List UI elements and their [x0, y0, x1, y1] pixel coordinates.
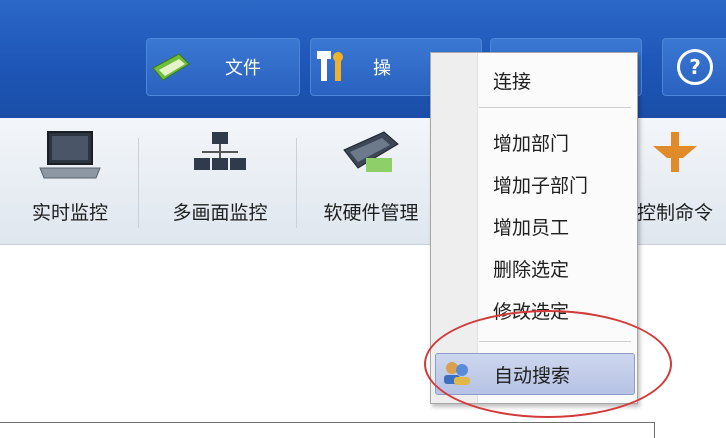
- toolbar-label: 实时监控: [31, 202, 108, 224]
- network-icon: [188, 128, 252, 186]
- laptop-icon: [38, 128, 102, 186]
- menu-item-delete-selected[interactable]: 删除选定: [493, 255, 569, 282]
- operations-menu-label: 操: [373, 58, 391, 79]
- realtime-monitor-button[interactable]: 实时监控: [10, 128, 130, 238]
- menu-item-connect[interactable]: 连接: [493, 67, 531, 94]
- file-menu-label: 文件: [225, 58, 261, 79]
- file-menu-button[interactable]: 文件: [146, 38, 300, 96]
- toolbar-label: 软硬件管理: [323, 202, 419, 224]
- multi-screen-monitor-button[interactable]: 多画面监控: [150, 128, 290, 238]
- hardware-software-manage-button[interactable]: 软硬件管理: [306, 128, 436, 238]
- help-icon: ?: [677, 49, 713, 85]
- menu-item-add-employee[interactable]: 增加员工: [493, 213, 569, 240]
- menu-item-add-department[interactable]: 增加部门: [493, 129, 569, 156]
- tools-icon: [311, 47, 359, 87]
- device-icon: [336, 128, 406, 186]
- menu-item-add-sub-department[interactable]: 增加子部门: [493, 171, 588, 198]
- menu-separator: [479, 107, 631, 108]
- toolbar-divider: [296, 138, 297, 228]
- highlight-annotation-ellipse: [424, 310, 672, 418]
- folder-icon: [147, 47, 195, 87]
- toolbar-label: 多画面监控: [172, 202, 268, 224]
- content-panel-border: [654, 422, 655, 438]
- toolbar-label: 控制命令: [636, 202, 713, 224]
- help-button[interactable]: ?: [662, 38, 726, 96]
- toolbar-divider: [138, 138, 139, 228]
- command-icon: [643, 128, 707, 186]
- content-panel-border: [0, 422, 654, 423]
